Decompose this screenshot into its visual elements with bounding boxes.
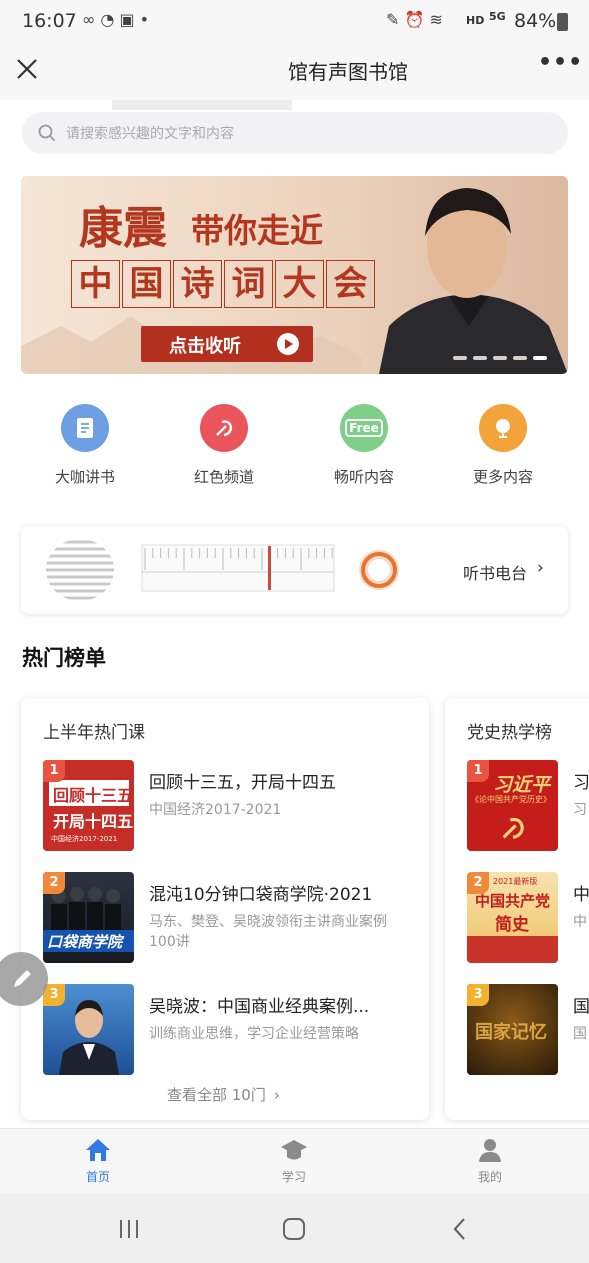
rank-badge: 3 (467, 984, 489, 1006)
banner-pagination (453, 356, 561, 360)
ranking-card-party-history: 党史热学榜 习近平 《论中国共产党历史》 1 习 习 2021最新版 中国共产党… (445, 698, 589, 1120)
nav-study[interactable]: 学习 (254, 1137, 334, 1185)
ranking-card-courses: 上半年热门课 回顾十三五 开局十四五 中国经济2017-2021 1 回顾十三五… (21, 698, 429, 1120)
search-icon (38, 124, 56, 142)
nav-label: 首页 (85, 1170, 110, 1184)
user-icon (479, 1139, 501, 1162)
card-title: 上半年热门课 (43, 723, 145, 743)
page-title: 馆有声图书馆 (288, 60, 408, 84)
chevron-right-icon: › (537, 558, 544, 578)
rank-badge: 1 (467, 760, 489, 782)
list-item[interactable]: 口袋商学院 2 混沌10分钟口袋商学院·2021 马东、樊登、吴晓波领衔主讲商业… (43, 872, 423, 964)
list-item[interactable]: 回顾十三五 开局十四五 中国经济2017-2021 1 回顾十三五，开局十四五 … (43, 760, 423, 852)
banner-title-char: 中 (71, 260, 120, 308)
item-subtitle: 国 (573, 1026, 587, 1042)
bottom-nav: 首页 学习 我的 (0, 1128, 589, 1194)
free-icon: Free (340, 404, 388, 452)
search-input[interactable]: 请搜索感兴趣的文字和内容 (22, 112, 568, 154)
book-icon (61, 404, 109, 452)
item-title: 习 (573, 773, 589, 793)
rank-badge: 2 (467, 872, 489, 894)
nav-label: 学习 (281, 1170, 306, 1184)
banner-title-char: 诗 (173, 260, 222, 308)
title-overflow-strip (112, 100, 292, 110)
item-title: 国 (573, 997, 589, 1017)
chevron-right-icon: › (273, 1086, 280, 1104)
item-subtitle: 马东、樊登、吴晓波领衔主讲商业案例100讲 (149, 914, 387, 950)
more-icon[interactable]: ••• (538, 50, 583, 75)
radio-label: 听书电台 (463, 564, 528, 583)
nav-home[interactable]: 首页 (58, 1137, 138, 1185)
speaker-portrait (379, 188, 568, 374)
item-title: 混沌10分钟口袋商学院·2021 (149, 885, 373, 905)
graduation-cap-icon (281, 1140, 307, 1160)
item-subtitle: 习 (573, 802, 587, 818)
list-item[interactable]: 3 吴晓波：中国商业经典案例... 训练商业思维，学习企业经营策略 (43, 984, 423, 1076)
search-placeholder: 请搜索感兴趣的文字和内容 (66, 126, 234, 142)
list-item[interactable]: 国家记忆 3 国 国 (467, 984, 589, 1076)
card-title: 党史热学榜 (467, 723, 552, 743)
category-red-channel[interactable]: 红色频道 (164, 404, 284, 494)
speaker-grille-icon (46, 540, 114, 600)
item-subtitle: 中 (573, 914, 587, 930)
view-all-link[interactable]: 查看全部 10门 › (167, 1084, 280, 1105)
banner-title-char: 词 (224, 260, 273, 308)
back-icon[interactable] (450, 1217, 470, 1241)
section-title: 热门榜单 (22, 646, 106, 670)
book-thumbnail: 2021最新版 中国共产党 简史 2 (467, 872, 558, 963)
item-title: 中 (573, 885, 589, 905)
recent-apps-icon[interactable] (118, 1218, 140, 1240)
battery-percent: 84% (514, 10, 557, 32)
promo-banner[interactable]: 康震 带你走近 中国诗词大会 点击收听 (21, 176, 568, 374)
status-system-icons: ✎ ⏰ ≋ (386, 10, 443, 29)
nav-label: 我的 (477, 1170, 502, 1184)
course-thumbnail: 口袋商学院 2 (43, 872, 134, 963)
party-emblem-icon (200, 404, 248, 452)
tuner-dial (141, 544, 335, 592)
status-notification-icons: ∞ ◔ ▣ • (82, 10, 150, 29)
rank-badge: 2 (43, 872, 65, 894)
rank-badge: 1 (43, 760, 65, 782)
close-icon[interactable] (16, 58, 38, 80)
home-button-icon[interactable] (282, 1217, 306, 1241)
tuner-knob-icon[interactable] (357, 548, 401, 592)
status-bar: 16:07 ∞ ◔ ▣ • ✎ ⏰ ≋ HD 5G 84% (0, 0, 589, 44)
battery-icon (557, 13, 568, 31)
listen-button[interactable]: 点击收听 (141, 326, 313, 362)
nav-me[interactable]: 我的 (450, 1137, 530, 1185)
item-subtitle: 中国经济2017-2021 (149, 802, 282, 818)
banner-tagline: 带你走近 (191, 211, 323, 250)
category-more[interactable]: 更多内容 (443, 404, 563, 494)
home-icon (86, 1139, 110, 1161)
category-label: 大咖讲书 (54, 468, 115, 486)
system-nav-bar (0, 1194, 589, 1263)
radio-card[interactable]: 听书电台 › (21, 526, 568, 614)
item-subtitle: 训练商业思维，学习企业经营策略 (149, 1026, 359, 1042)
book-thumbnail: 习近平 《论中国共产党历史》 1 (467, 760, 558, 851)
category-free[interactable]: Free 畅听内容 (304, 404, 424, 494)
listen-button-label: 点击收听 (169, 336, 241, 357)
pencil-icon (14, 970, 31, 987)
category-label: 畅听内容 (333, 468, 394, 486)
network-type: HD (466, 14, 485, 27)
category-label: 更多内容 (472, 468, 533, 486)
item-title: 吴晓波：中国商业经典案例... (149, 997, 370, 1017)
category-lecture[interactable]: 大咖讲书 (25, 404, 145, 494)
list-item[interactable]: 2021最新版 中国共产党 简史 2 中 中 (467, 872, 589, 964)
status-time: 16:07 (22, 10, 77, 32)
category-label: 红色频道 (193, 468, 254, 486)
banner-title-char: 国 (122, 260, 171, 308)
play-icon (277, 333, 299, 355)
banner-name: 康震 (79, 203, 167, 254)
list-item[interactable]: 习近平 《论中国共产党历史》 1 习 习 (467, 760, 589, 852)
globe-icon (479, 404, 527, 452)
course-thumbnail: 3 (43, 984, 134, 1075)
banner-title-char: 大 (275, 260, 324, 308)
signal-indicator: 5G (489, 10, 506, 23)
title-bar: 馆有声图书馆 ••• (0, 44, 589, 100)
item-title: 回顾十三五，开局十四五 (149, 773, 336, 793)
course-thumbnail: 回顾十三五 开局十四五 中国经济2017-2021 1 (43, 760, 134, 851)
book-thumbnail: 国家记忆 3 (467, 984, 558, 1075)
